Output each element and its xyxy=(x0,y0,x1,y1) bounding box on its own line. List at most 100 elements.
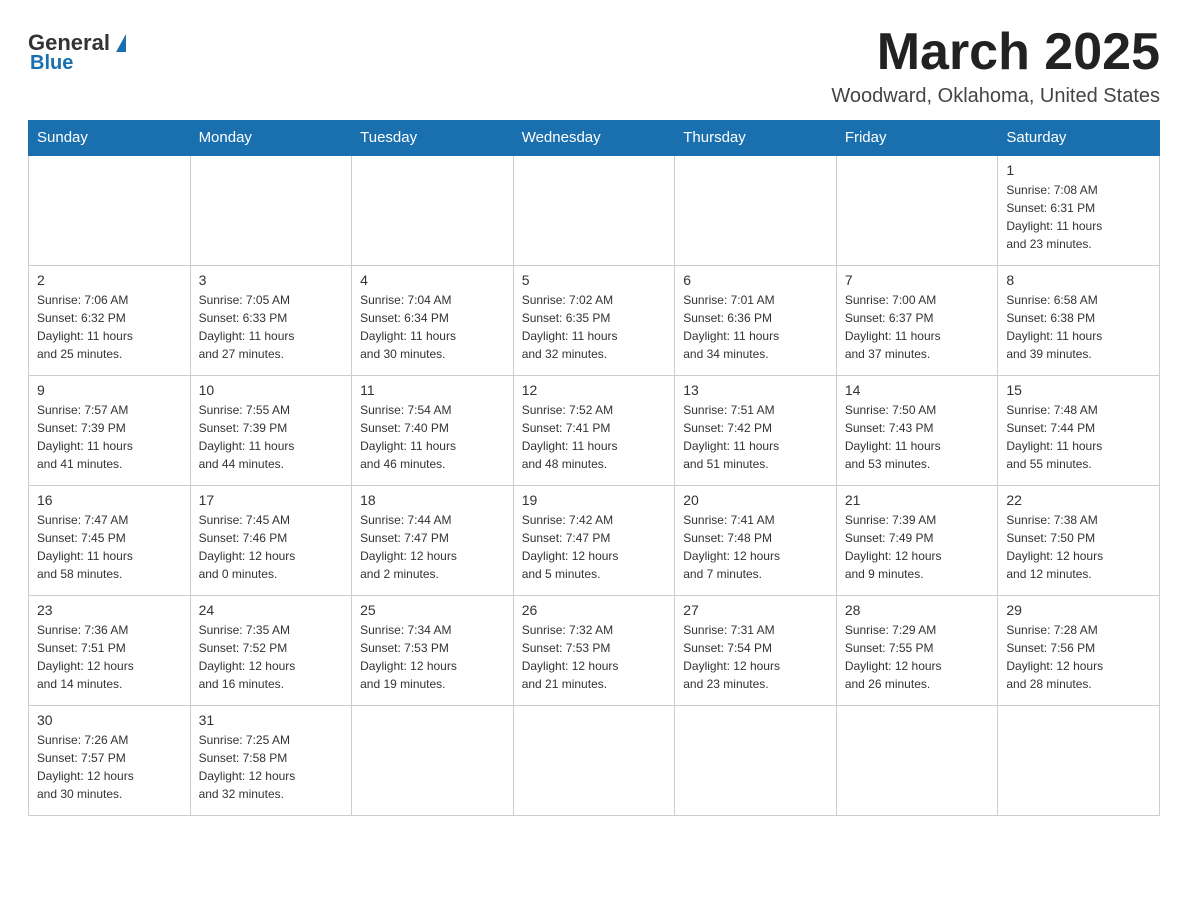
day-info: Sunrise: 7:00 AM Sunset: 6:37 PM Dayligh… xyxy=(845,291,990,363)
day-number: 28 xyxy=(845,602,990,618)
calendar-cell: 14 Sunrise: 7:50 AM Sunset: 7:43 PM Dayli… xyxy=(836,375,998,485)
calendar-cell: 4Sunrise: 7:04 AM Sunset: 6:34 PM Daylig… xyxy=(352,265,514,375)
calendar-cell: 18Sunrise: 7:44 AM Sunset: 7:47 PM Dayli… xyxy=(352,485,514,595)
day-info: Sunrise: 7:35 AM Sunset: 7:52 PM Dayligh… xyxy=(199,621,344,693)
day-info: Sunrise: 7:29 AM Sunset: 7:55 PM Dayligh… xyxy=(845,621,990,693)
logo: General Blue xyxy=(28,30,126,75)
calendar-cell: 26Sunrise: 7:32 AM Sunset: 7:53 PM Dayli… xyxy=(513,595,675,705)
calendar-cell: 13 Sunrise: 7:51 AM Sunset: 7:42 PM Dayli… xyxy=(675,375,837,485)
calendar-cell: 11Sunrise: 7:54 AM Sunset: 7:40 PM Dayli… xyxy=(352,375,514,485)
calendar-table: SundayMondayTuesdayWednesdayThursdayFrid… xyxy=(28,120,1160,816)
day-number: 20 xyxy=(683,492,828,508)
day-info: Sunrise: 7:01 AM Sunset: 6:36 PM Dayligh… xyxy=(683,291,828,363)
day-info: Sunrise: 7:25 AM Sunset: 7:58 PM Dayligh… xyxy=(199,731,344,803)
day-info: Sunrise: 7:26 AM Sunset: 7:57 PM Dayligh… xyxy=(37,731,182,803)
day-number: 22 xyxy=(1006,492,1151,508)
day-info: Sunrise: 7:06 AM Sunset: 6:32 PM Dayligh… xyxy=(37,291,182,363)
day-info: Sunrise: 7:42 AM Sunset: 7:47 PM Dayligh… xyxy=(522,511,667,583)
day-info: Sunrise: 7:28 AM Sunset: 7:56 PM Dayligh… xyxy=(1006,621,1151,693)
day-number: 27 xyxy=(683,602,828,618)
weekday-header-thursday: Thursday xyxy=(675,121,837,156)
day-number: 6 xyxy=(683,272,828,288)
calendar-cell: 24Sunrise: 7:35 AM Sunset: 7:52 PM Dayli… xyxy=(190,595,352,705)
calendar-cell: 1Sunrise: 7:08 AM Sunset: 6:31 PM Daylig… xyxy=(998,155,1160,265)
calendar-cell: 31Sunrise: 7:25 AM Sunset: 7:58 PM Dayli… xyxy=(190,705,352,815)
day-number: 7 xyxy=(845,272,990,288)
day-number: 5 xyxy=(522,272,667,288)
calendar-cell: 9 Sunrise: 7:57 AM Sunset: 7:39 PM Daylig… xyxy=(29,375,191,485)
calendar-cell xyxy=(513,155,675,265)
day-info: Sunrise: 7:51 AM Sunset: 7:42 PM Dayligh… xyxy=(683,401,828,473)
calendar-title: March 2025 xyxy=(831,24,1160,81)
day-info: Sunrise: 7:02 AM Sunset: 6:35 PM Dayligh… xyxy=(522,291,667,363)
day-number: 17 xyxy=(199,492,344,508)
calendar-cell xyxy=(675,705,837,815)
logo-triangle-icon xyxy=(116,34,126,52)
calendar-cell xyxy=(836,155,998,265)
day-number: 9 xyxy=(37,382,182,398)
weekday-header-sunday: Sunday xyxy=(29,121,191,156)
calendar-cell: 10 Sunrise: 7:55 AM Sunset: 7:39 PM Dayli… xyxy=(190,375,352,485)
day-number: 8 xyxy=(1006,272,1151,288)
day-info: Sunrise: 7:08 AM Sunset: 6:31 PM Dayligh… xyxy=(1006,181,1151,253)
calendar-cell: 2 Sunrise: 7:06 AM Sunset: 6:32 PM Daylig… xyxy=(29,265,191,375)
day-info: Sunrise: 7:44 AM Sunset: 7:47 PM Dayligh… xyxy=(360,511,505,583)
day-number: 21 xyxy=(845,492,990,508)
calendar-cell: 3Sunrise: 7:05 AM Sunset: 6:33 PM Daylig… xyxy=(190,265,352,375)
day-info: Sunrise: 7:41 AM Sunset: 7:48 PM Dayligh… xyxy=(683,511,828,583)
weekday-header-row: SundayMondayTuesdayWednesdayThursdayFrid… xyxy=(29,121,1160,156)
calendar-cell: 7 Sunrise: 7:00 AM Sunset: 6:37 PM Daylig… xyxy=(836,265,998,375)
day-info: Sunrise: 7:05 AM Sunset: 6:33 PM Dayligh… xyxy=(199,291,344,363)
calendar-cell: 30 Sunrise: 7:26 AM Sunset: 7:57 PM Dayli… xyxy=(29,705,191,815)
day-info: Sunrise: 7:54 AM Sunset: 7:40 PM Dayligh… xyxy=(360,401,505,473)
calendar-week-4: 16 Sunrise: 7:47 AM Sunset: 7:45 PM Dayli… xyxy=(29,485,1160,595)
day-number: 2 xyxy=(37,272,182,288)
day-number: 14 xyxy=(845,382,990,398)
calendar-week-6: 30 Sunrise: 7:26 AM Sunset: 7:57 PM Dayli… xyxy=(29,705,1160,815)
calendar-cell: 6 Sunrise: 7:01 AM Sunset: 6:36 PM Daylig… xyxy=(675,265,837,375)
day-info: Sunrise: 7:31 AM Sunset: 7:54 PM Dayligh… xyxy=(683,621,828,693)
calendar-cell xyxy=(352,155,514,265)
calendar-cell xyxy=(352,705,514,815)
day-info: Sunrise: 7:32 AM Sunset: 7:53 PM Dayligh… xyxy=(522,621,667,693)
weekday-header-friday: Friday xyxy=(836,121,998,156)
calendar-cell: 19 Sunrise: 7:42 AM Sunset: 7:47 PM Dayli… xyxy=(513,485,675,595)
day-number: 15 xyxy=(1006,382,1151,398)
day-info: Sunrise: 6:58 AM Sunset: 6:38 PM Dayligh… xyxy=(1006,291,1151,363)
calendar-cell: 15Sunrise: 7:48 AM Sunset: 7:44 PM Dayli… xyxy=(998,375,1160,485)
calendar-cell: 20 Sunrise: 7:41 AM Sunset: 7:48 PM Dayli… xyxy=(675,485,837,595)
calendar-cell xyxy=(675,155,837,265)
calendar-cell: 8 Sunrise: 6:58 AM Sunset: 6:38 PM Daylig… xyxy=(998,265,1160,375)
calendar-cell: 16 Sunrise: 7:47 AM Sunset: 7:45 PM Dayli… xyxy=(29,485,191,595)
logo-blue-label: Blue xyxy=(30,52,73,75)
day-info: Sunrise: 7:47 AM Sunset: 7:45 PM Dayligh… xyxy=(37,511,182,583)
weekday-header-wednesday: Wednesday xyxy=(513,121,675,156)
calendar-cell: 25Sunrise: 7:34 AM Sunset: 7:53 PM Dayli… xyxy=(352,595,514,705)
calendar-cell xyxy=(998,705,1160,815)
day-info: Sunrise: 7:57 AM Sunset: 7:39 PM Dayligh… xyxy=(37,401,182,473)
day-number: 29 xyxy=(1006,602,1151,618)
calendar-cell xyxy=(29,155,191,265)
day-info: Sunrise: 7:55 AM Sunset: 7:39 PM Dayligh… xyxy=(199,401,344,473)
calendar-week-5: 23Sunrise: 7:36 AM Sunset: 7:51 PM Dayli… xyxy=(29,595,1160,705)
day-number: 16 xyxy=(37,492,182,508)
day-info: Sunrise: 7:34 AM Sunset: 7:53 PM Dayligh… xyxy=(360,621,505,693)
day-number: 19 xyxy=(522,492,667,508)
calendar-cell: 22Sunrise: 7:38 AM Sunset: 7:50 PM Dayli… xyxy=(998,485,1160,595)
calendar-cell: 12Sunrise: 7:52 AM Sunset: 7:41 PM Dayli… xyxy=(513,375,675,485)
calendar-cell: 27 Sunrise: 7:31 AM Sunset: 7:54 PM Dayli… xyxy=(675,595,837,705)
calendar-cell: 21Sunrise: 7:39 AM Sunset: 7:49 PM Dayli… xyxy=(836,485,998,595)
day-info: Sunrise: 7:50 AM Sunset: 7:43 PM Dayligh… xyxy=(845,401,990,473)
page-header: General Blue March 2025 Woodward, Oklaho… xyxy=(28,24,1160,108)
day-number: 30 xyxy=(37,712,182,728)
calendar-cell: 17Sunrise: 7:45 AM Sunset: 7:46 PM Dayli… xyxy=(190,485,352,595)
day-number: 10 xyxy=(199,382,344,398)
header-right: March 2025 Woodward, Oklahoma, United St… xyxy=(831,24,1160,108)
day-number: 23 xyxy=(37,602,182,618)
weekday-header-monday: Monday xyxy=(190,121,352,156)
calendar-cell: 5 Sunrise: 7:02 AM Sunset: 6:35 PM Daylig… xyxy=(513,265,675,375)
calendar-week-3: 9 Sunrise: 7:57 AM Sunset: 7:39 PM Daylig… xyxy=(29,375,1160,485)
day-number: 13 xyxy=(683,382,828,398)
day-number: 4 xyxy=(360,272,505,288)
calendar-cell xyxy=(190,155,352,265)
